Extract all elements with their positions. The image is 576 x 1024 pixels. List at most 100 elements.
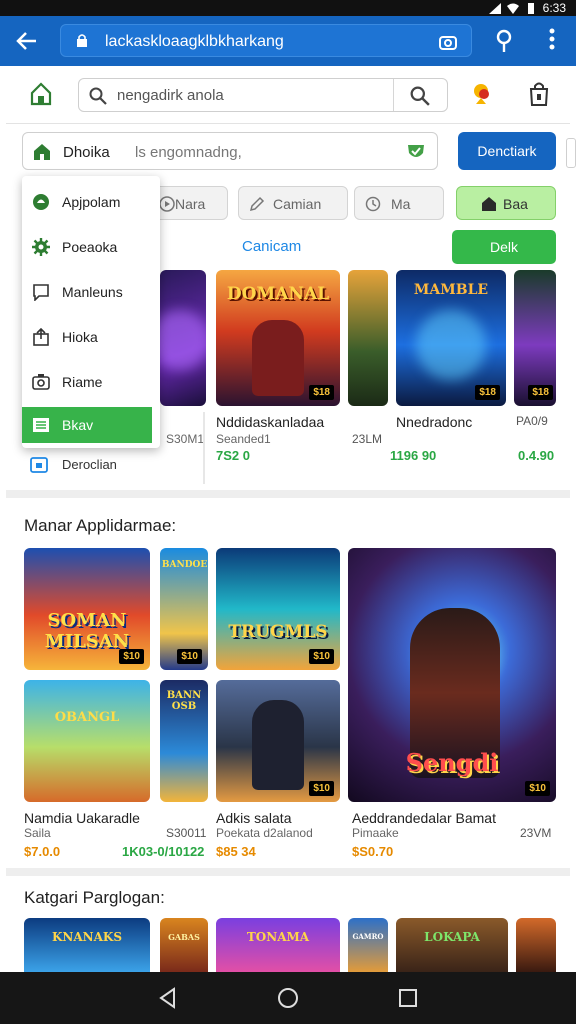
game-art[interactable]: DOMANAL $18 [216, 270, 340, 406]
search-input[interactable]: nengadirk anola [117, 87, 224, 104]
pencil-icon [249, 196, 265, 212]
card-subtitle: Pimaake [352, 826, 399, 840]
art-title: GABAS [168, 932, 200, 942]
menu-item-apjpolam[interactable]: Apjpolam [22, 182, 160, 222]
home-icon [482, 197, 496, 211]
game-art[interactable] [348, 270, 388, 406]
card-subtitle: S30M1 [166, 432, 205, 446]
shopping-bag-icon[interactable] [528, 81, 550, 107]
green-action-button[interactable]: Delk [452, 230, 556, 264]
price-tag: $18 [309, 385, 334, 400]
card-meta: 23LM [352, 432, 383, 446]
clock-icon [365, 196, 381, 212]
game-art[interactable] [160, 270, 206, 406]
home-circle-icon[interactable] [276, 986, 300, 1010]
location-pin-icon[interactable] [494, 29, 514, 53]
status-bar: 6:33 [0, 0, 576, 16]
menu-item-hioka[interactable]: Hioka [22, 317, 160, 357]
menu-item-label: Manleuns [62, 284, 123, 300]
android-icon [33, 194, 49, 210]
divider [203, 412, 205, 484]
card-title[interactable]: Adkis salata [216, 810, 291, 826]
game-art[interactable]: GAMRO [348, 918, 388, 972]
price-tag: $10 [177, 649, 202, 664]
play-icon [159, 196, 175, 212]
chip-baa[interactable]: Baa [456, 186, 556, 220]
card-subtitle: Poekata d2alanod [216, 826, 313, 840]
card-price: $7.0.0 [24, 844, 61, 859]
list-item-label: Deroclian [62, 457, 117, 472]
game-art[interactable]: MAMBLE $18 [396, 270, 506, 406]
game-art[interactable]: TONAMA [216, 918, 340, 972]
game-art[interactable]: TRUGMLS $10 [216, 548, 340, 670]
chip-nara[interactable]: Nara [150, 186, 228, 220]
search-button[interactable] [393, 79, 447, 111]
battery-icon [527, 2, 534, 14]
game-art[interactable]: BANDOE $10 [160, 548, 208, 670]
price-tag: $10 [525, 781, 550, 796]
section-divider [6, 868, 570, 876]
status-time: 6:33 [542, 1, 566, 15]
scroll-handle[interactable] [566, 138, 576, 168]
game-art[interactable] [516, 918, 556, 972]
game-art[interactable]: OBANGL [24, 680, 150, 802]
wifi-icon [506, 3, 519, 14]
download-button[interactable]: Denctiark [458, 132, 556, 170]
game-art[interactable]: GABAS [160, 918, 208, 972]
address-bar[interactable]: lackaskloaagklbkharkang [60, 24, 472, 57]
art-title: MAMBLE [413, 282, 489, 298]
game-art[interactable]: LOKAPA [396, 918, 508, 972]
game-art[interactable]: $18 [514, 270, 556, 406]
camera-icon[interactable] [439, 33, 457, 51]
menu-item-bkav[interactable]: Bkav [22, 407, 152, 443]
menu-item-poeaoka[interactable]: Poeaoka [22, 227, 160, 267]
section-title: Manar Applidarmae: [24, 516, 177, 535]
chip-label: Nara [175, 196, 206, 212]
category-select[interactable]: Dhoika ls engomnadng, [22, 132, 438, 170]
art-title: DOMANAL [226, 284, 330, 304]
url-text: lackaskloaagklbkharkang [105, 33, 284, 50]
kebab-menu-icon [549, 28, 555, 50]
game-art[interactable]: Sengdi $10 [348, 548, 556, 802]
menu-item-label: Poeaoka [62, 239, 118, 255]
art-title: LOKAPA [424, 930, 480, 944]
chip-label: Camian [273, 196, 322, 212]
menu-item-label: Apjpolam [62, 194, 121, 210]
card-title[interactable]: Namdia Uakaradle [24, 810, 140, 826]
category-value: ls engomnadng, [135, 144, 242, 161]
card-price: $85 34 [216, 844, 256, 859]
more-options-button[interactable] [544, 28, 560, 54]
card-title[interactable]: Aeddrandedalar Bamat [352, 810, 496, 826]
avatar-icon[interactable] [470, 82, 492, 106]
game-art[interactable]: BANN OSB [160, 680, 208, 802]
menu-item-label: Hioka [62, 329, 98, 345]
camera-icon [32, 374, 50, 390]
filter-row: Dhoika ls engomnadng, Denctiark [6, 124, 576, 174]
game-art[interactable]: $10 [216, 680, 340, 802]
phone-screen: 6:33 lackaskloaagklbkharkang nengadirk a… [0, 0, 576, 1024]
price-tag: $10 [309, 781, 334, 796]
search-bar[interactable]: nengadirk anola [78, 78, 448, 112]
back-triangle-icon[interactable] [156, 986, 180, 1010]
card-meta: 23VM [520, 826, 552, 840]
chip-ma[interactable]: Ma [354, 186, 444, 220]
recents-square-icon[interactable] [396, 986, 420, 1010]
canon-link[interactable]: Canicam [242, 238, 301, 255]
menu-item-manleuns[interactable]: Manleuns [22, 272, 160, 312]
menu-item-riame[interactable]: Riame [22, 362, 160, 402]
section-divider [6, 490, 570, 498]
art-title: Sengdi [405, 748, 499, 777]
game-art[interactable]: SOMAN MILSAN $10 [24, 548, 150, 670]
art-title: GAMRO [352, 932, 384, 941]
chat-icon [33, 284, 49, 301]
section-title: Katgari Parglogan: [24, 888, 165, 907]
home-icon[interactable] [30, 82, 52, 106]
card-title[interactable]: Nddidaskanladaa [216, 414, 324, 430]
home-icon [34, 144, 50, 160]
card-title[interactable]: Nnedradonc [396, 414, 472, 430]
system-navigation-bar [0, 972, 576, 1024]
category-label: Dhoika [63, 144, 110, 161]
game-art[interactable]: KNANAKS [24, 918, 150, 972]
chip-camian[interactable]: Camian [238, 186, 348, 220]
back-button[interactable] [10, 24, 44, 58]
